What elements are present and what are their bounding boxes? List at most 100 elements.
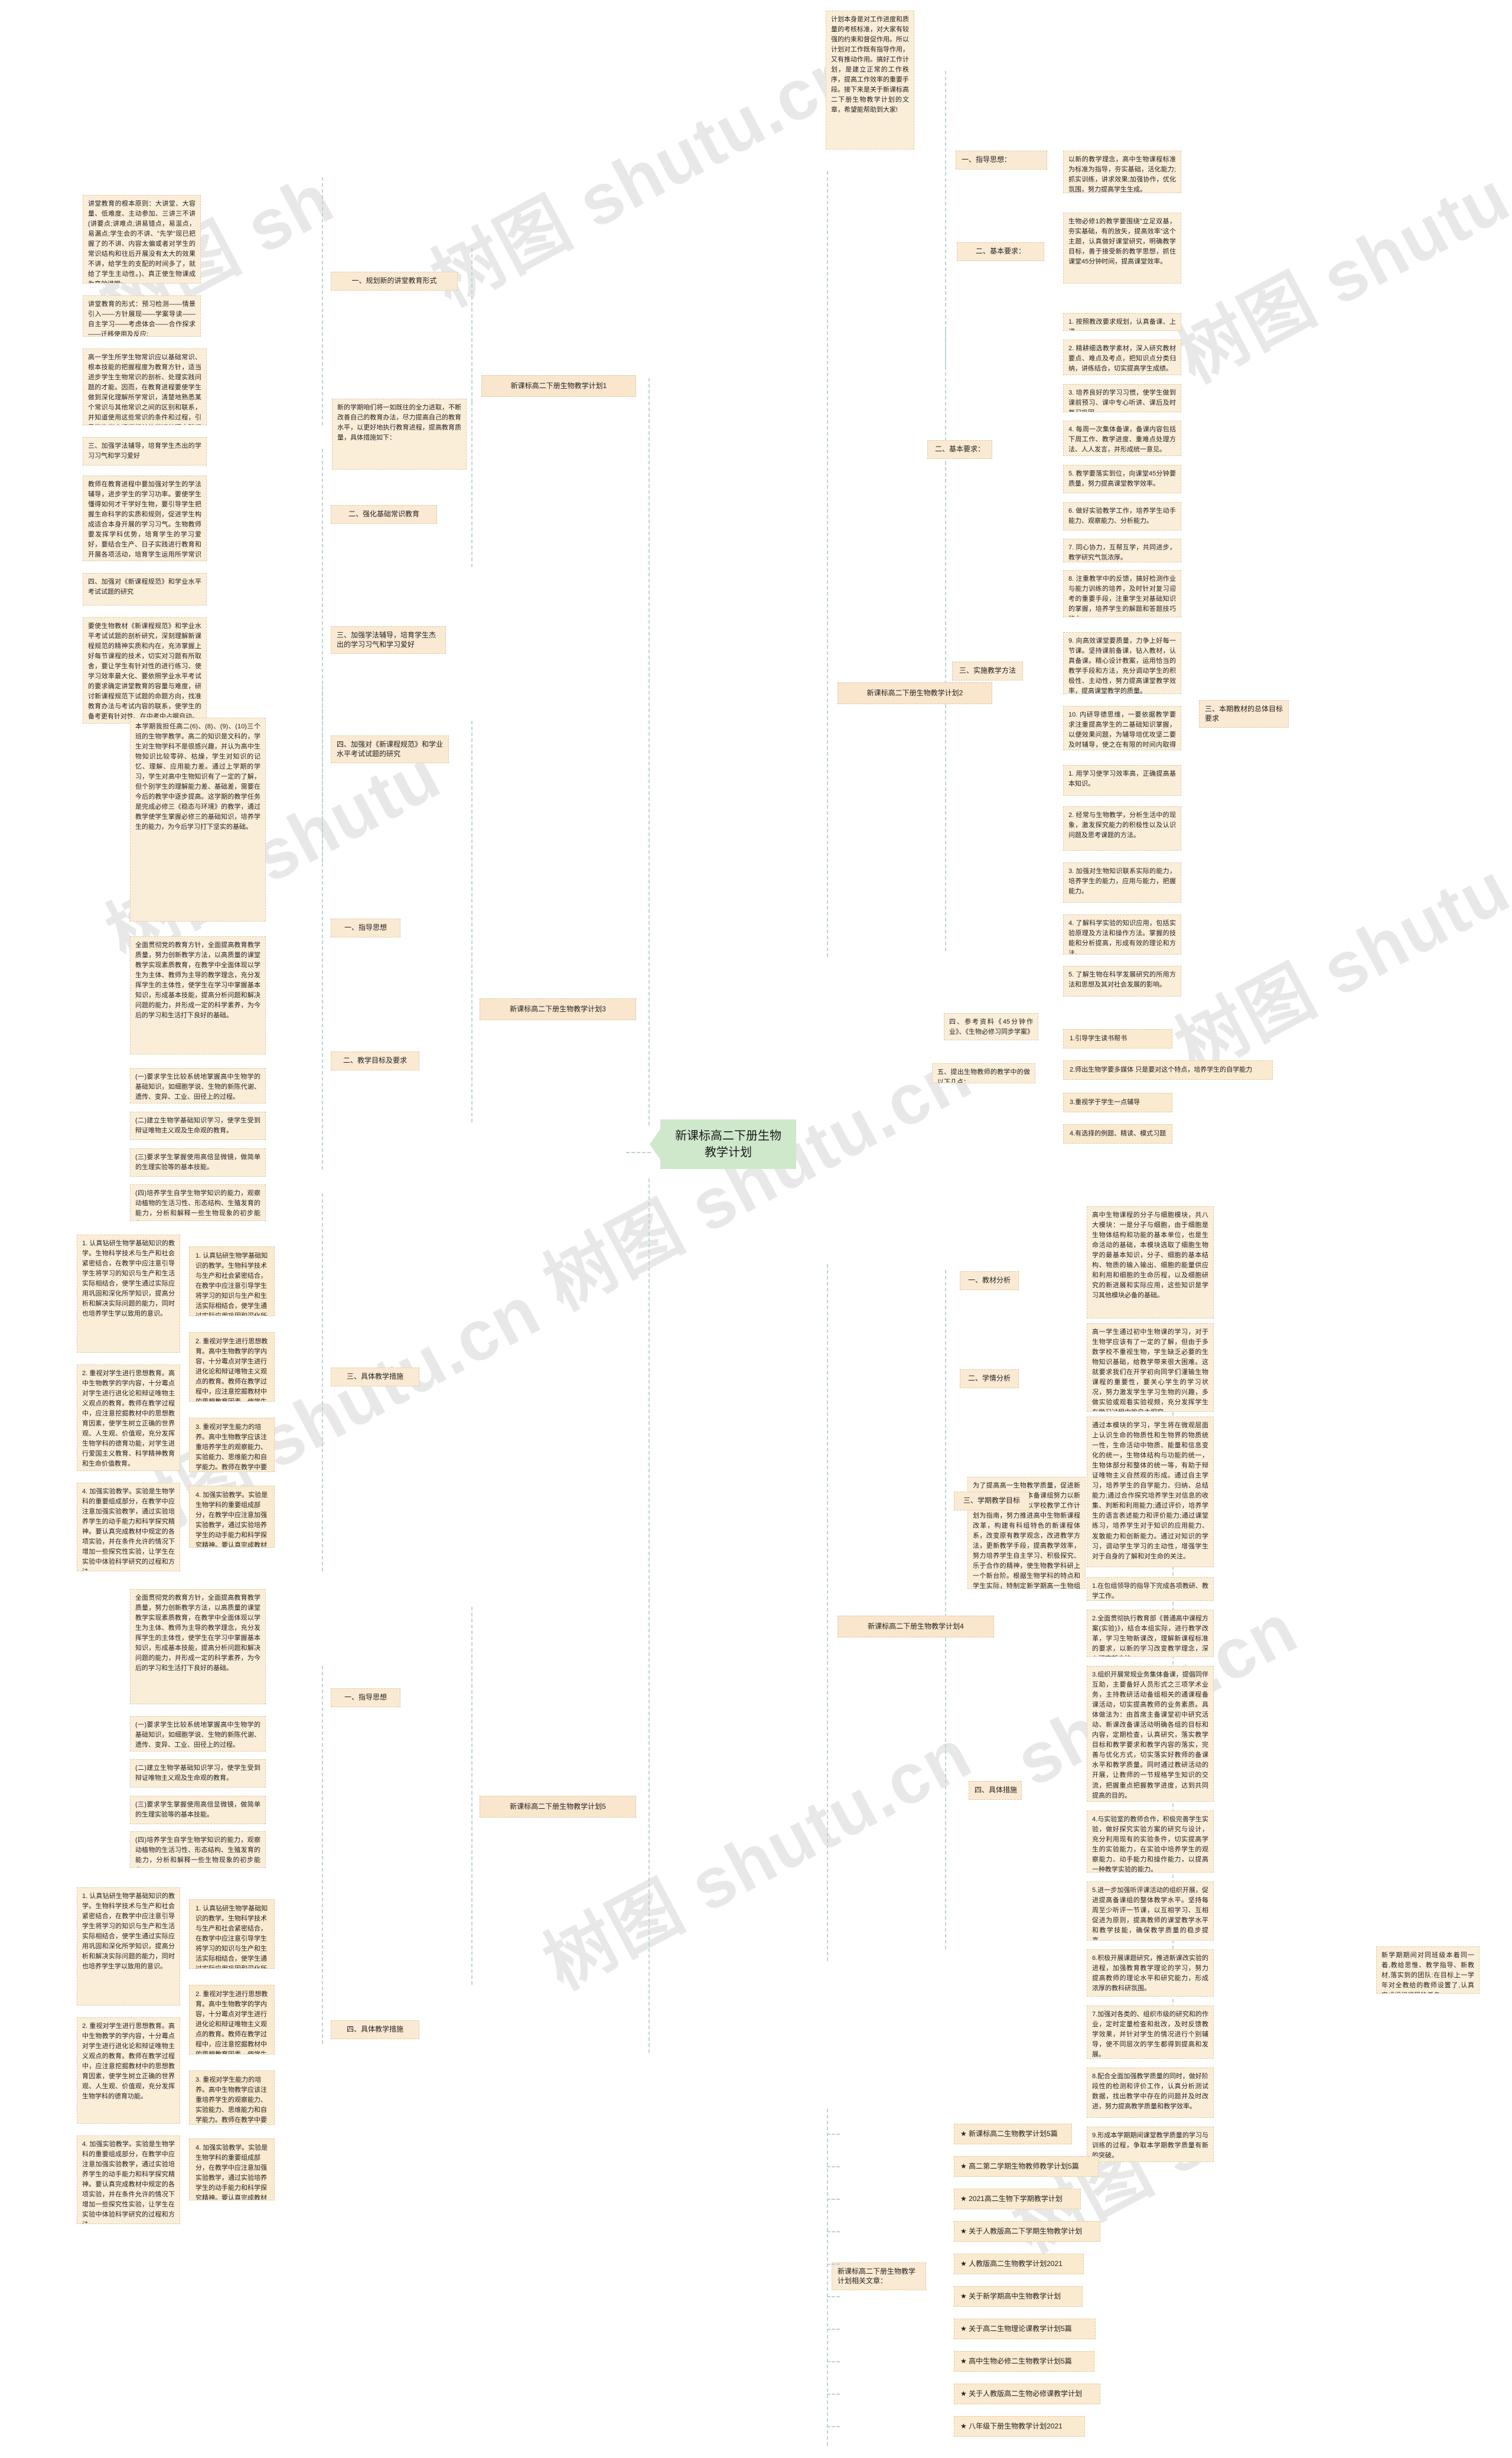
plan1-g3-item-1: 教师在教育进程中要加强对学生的学法辅导，进步学生的学习功率。要使学生懂得如何才干… — [83, 476, 207, 561]
related-item-2[interactable]: ★ 高二第二学期生物教师教学计划5篇 — [954, 2156, 1099, 2177]
plan2-g2-item-7: 7. 同心协力，互帮互学，共同进步，教学研究气氛浓厚。 — [1063, 539, 1181, 562]
plan2-g3-item-2: 10. 内研导德思维，一要依据教学要求注重提高学生的二基础知识掌握，以便效果问题… — [1063, 706, 1181, 750]
mindmap-canvas: 树图 sh 树图 shutu.cn 树图 shutu.cn 树图 shutu 树… — [0, 0, 1512, 2458]
plan1-g3-lead: 三、加强学法辅导，培育学生杰出的学习习气和学习爱好 — [83, 437, 207, 465]
connector-root-spine — [649, 378, 650, 1125]
connector-g5-spine — [322, 1666, 323, 2044]
plan2-goal-item-4: 4. 了解科学实验的知识应用，包括实验原理及方法和操作方法。掌握的技能和分析提高… — [1063, 914, 1181, 955]
connector-plan1-spine2 — [471, 402, 472, 567]
plan2-steps-label: 五、提出生物教师的教学中的做以下几点： — [932, 1063, 1035, 1083]
related-item-7[interactable]: ★ 关于高二生物理论课教学计划5篇 — [954, 2319, 1096, 2339]
connector-r2-spine — [945, 331, 946, 951]
plan2-goal-item-5: 5. 了解生物在科学发展研究的所用方法和思想及其对社会发展的影响。 — [1063, 966, 1181, 997]
plan2-g1-item-1: 以新的教学理念，高中生物课程标准为标准为指导，夯实基础，活化能力;抓实训练，讲求… — [1063, 151, 1181, 193]
plan2-step-1: 1.引导学生读书帮书 — [1063, 1029, 1172, 1049]
plan4-g2-item-1: 高一学生通过初中生物课的学习，对于生物学应该有了一定的了解，但由于多数学校不重视… — [1087, 1323, 1214, 1412]
related-item-1[interactable]: ★ 新课标高二生物教学计划5篇 — [954, 2124, 1072, 2144]
plan1-group-label-2[interactable]: 二、强化基础常识教育 — [331, 505, 437, 524]
plan5-group-label-2[interactable]: 四、具体教学措施 — [331, 2020, 419, 2039]
branch-label-plan1[interactable]: 新课标高二下册生物教学计划1 — [481, 375, 636, 397]
plan2-step-4: 4.有选择的例题、精读、模式习题 — [1063, 1124, 1172, 1144]
connector-plan3-spine — [471, 721, 472, 1122]
plan2-goal-item-3: 3. 加强对生物知识联系实际的能力，培养学生的能力，应用与能力，把握能力。 — [1063, 862, 1181, 903]
plan3-g2-item-4: (三)要求学生掌握使用高倍显微镜，做简单的生理实验等的基本技能。 — [130, 1148, 266, 1177]
branch-label-plan4[interactable]: 新课标高二下册生物教学计划4 — [838, 1616, 994, 1637]
plan1-intro: 新的学期咱们将一如既往的全力进取，不断改善自己的教育办法，尽力提高自己的教育水平… — [332, 399, 467, 470]
plan2-group-label-3[interactable]: 三、实施教学方法 — [952, 662, 1023, 681]
plan5-g2-detail-2: 2. 重视对学生进行思想教育。高中生物教学的学内容，十分霉点对学生进行进化论和辩… — [77, 2017, 180, 2124]
connector-rel-2 — [827, 2166, 840, 2167]
intro-note: 计划本身是对工作进度和质量的考核标准，对大家有较强的约束和督促作用。所以计划对工… — [826, 11, 914, 149]
branch-label-plan3[interactable]: 新课标高二下册生物教学计划3 — [480, 998, 636, 1020]
plan4-g4-item-3: 3.组织开展常规业务集体备课，提倡同伴互助，主要备好人员形式之三项学术业务，主持… — [1087, 1666, 1214, 1802]
related-item-9[interactable]: ★ 关于人教版高二生物必修课教学计划 — [954, 2384, 1100, 2404]
plan1-g4-item-1: 要使生物教材《新课程规范》和学业水平考试试题的剖析研究，深刻理解新课程规范的精神… — [83, 617, 207, 724]
plan5-group-label-1[interactable]: 一、指导思想 — [331, 1688, 400, 1707]
plan2-g2-item-2: 2. 精耕细选教学素材，深入研究教材要点、难点及考点，把知识点分类归纳，讲练结合… — [1063, 340, 1181, 375]
connector-r4-spine — [945, 1270, 946, 1949]
plan4-group-label-2[interactable]: 二、学情分析 — [960, 1369, 1019, 1388]
plan1-g2-item-1: 高一学生所学生物常识应以基础常识、根本技能的把握程度为教育方针，适当进步学生生物… — [83, 349, 207, 425]
plan5-g1-item-4: (三)要求学生掌握使用高倍显微镜，做简单的生理实验等的基本技能。 — [130, 1796, 266, 1824]
plan2-reference: 四、参考资料《45分钟作业》、《生物必修习同步学案》 — [944, 1013, 1038, 1040]
plan3-g3-detail-1: 1. 认真钻研生物学基础知识的教学。生物科学技术与生产和社会紧密结合，在教学中应… — [77, 1235, 180, 1353]
related-item-10[interactable]: ★ 八年级下册生物教学计划2021 — [954, 2416, 1085, 2437]
plan3-g3-item-4: 4. 加强实验教学。实验是生物学科的重要组成部分，在教学中应注意加强实验教学，通… — [189, 1486, 275, 1548]
related-item-6[interactable]: ★ 关于新学期高中生物教学计划 — [954, 2286, 1083, 2307]
plan3-group-label-2[interactable]: 二、教学目标及要求 — [331, 1051, 419, 1070]
plan3-group-label-1[interactable]: 一、指导思想 — [331, 919, 400, 937]
plan2-g2-item-5: 5. 教学要落实到位，向课堂45分钟要质量，努力提高课堂教学效率。 — [1063, 465, 1181, 493]
connector-plan5-spine — [471, 1607, 472, 1985]
related-item-5[interactable]: ★ 人教版高二生物教学计划2021 — [954, 2254, 1084, 2274]
watermark: 树图 shutu.cn — [1164, 797, 1512, 1089]
related-item-3[interactable]: ★ 2021高二生物下学期教学计划 — [954, 2189, 1081, 2209]
watermark: 树图 shutu.cn — [419, 30, 872, 321]
related-item-4[interactable]: ★ 关于人教版高二下学期生物教学计划 — [954, 2221, 1100, 2242]
root-node[interactable]: 新课标高二下册生物教学计划 — [660, 1119, 796, 1169]
plan2-g2-intro: 生物必修1的教学要围绕"立足双基，夯实基础，有的放矢，提高效率"这个主题，认真做… — [1063, 213, 1181, 284]
plan3-group-label-3[interactable]: 三、具体教学措施 — [331, 1368, 419, 1386]
plan5-g2-item-2: 2. 重视对学生进行思想教育。高中生物教学的学内容，十分霉点对学生进行进化论和辩… — [189, 1985, 275, 2055]
plan5-g2-item-3: 3. 重视对学生能力的培养。高中生物教学应该注重培养学生的观察能力、实验能力、思… — [189, 2070, 275, 2125]
plan2-g3-item-1: 9. 向高效课堂要质量，力争上好每一节课。坚持课前备课，钻入教材，认真备课。精心… — [1063, 632, 1181, 694]
watermark: 树图 shutu.cn — [1164, 106, 1512, 398]
plan2-goal-item-1: 1. 用学习使学习效率高，正确提高基本知识。 — [1063, 765, 1181, 796]
plan3-g3-detail-3: 4. 加强实验教学。实验是生物学科的重要组成部分，在教学中应注意加强实验教学，通… — [77, 1483, 180, 1571]
plan2-group-label-1[interactable]: 一、指导思想： — [956, 151, 1047, 170]
plan3-g3-item-2: 2. 重视对学生进行思想教育。高中生物教学的学内容，十分霉点对学生进行进化论和辩… — [189, 1332, 275, 1402]
plan2-g2-item-1: 1. 按照教改要求规划，认真备课、上课。 — [1063, 313, 1181, 331]
plan4-group-label-1[interactable]: 一、教材分析 — [960, 1271, 1019, 1290]
plan2-goal-label[interactable]: 三、本期教材的总体目标要求 — [1199, 700, 1289, 728]
plan1-group-label-3[interactable]: 三、加强学法辅导，培育学生杰出的学习习气和学习爱好 — [331, 626, 446, 655]
connector-plan1-spine — [471, 248, 472, 402]
connector-rel-9 — [827, 2394, 840, 2395]
connector-plan2-spine — [827, 171, 828, 957]
plan1-group-label-1[interactable]: 一、规划新的讲堂教育形式 — [331, 272, 458, 291]
plan5-g2-detail-3: 4. 加强实验教学。实验是生物学科的重要组成部分，在教学中应注意加强实验教学，通… — [77, 2135, 180, 2224]
tail-note: 新学期期间对同班级本着同一着,教给思惟、教学指导、新教材,落实到的团队:在目标上… — [1376, 1946, 1480, 1994]
plan2-group-label-2[interactable]: 二、基本要求： — [927, 440, 992, 459]
connector-root-spine-lower — [649, 1178, 650, 2053]
branch-label-plan2[interactable]: 新课标高二下册生物教学计划2 — [838, 682, 992, 704]
connector-r1-spine — [945, 71, 946, 366]
plan1-group-label-4[interactable]: 四、加强对《新课程规范》和学业水平考试试题的研究 — [331, 735, 449, 764]
plan4-g4-item-1: 1.在包组领导的指导下完成各项教研、教学工作。 — [1087, 1577, 1214, 1601]
related-item-8[interactable]: ★ 高中生物必修二生物教学计划5篇 — [954, 2351, 1094, 2372]
branch-label-plan5[interactable]: 新课标高二下册生物教学计划5 — [480, 1796, 636, 1818]
related-label[interactable]: 新课标高二下册生物教学计划相关文章： — [832, 2262, 926, 2291]
plan2-g2-item-8: 8. 注重教学中的反馈，搞好检测作业与能力训练的培养，及时针对复习迎考的重要手段… — [1063, 570, 1181, 617]
plan1-g1-item-2: 讲堂教育的形式：预习检测——情景引入——方针展现——学案导读——自主学习——考虑… — [83, 295, 201, 337]
plan5-g2-item-4: 4. 加强实验教学。实验是生物学科的重要组成部分，在教学中应注意加强实验教学，通… — [189, 2138, 275, 2200]
plan2-sub-label-1[interactable]: 二、基本要求： — [957, 242, 1044, 261]
watermark: 树图 shutu.cn — [532, 1034, 984, 1325]
plan4-group-label-4[interactable]: 四、具体措施 — [969, 1781, 1022, 1800]
connector-g3-spine — [322, 685, 323, 1170]
connector-g4-spine — [322, 1193, 323, 1571]
plan1-g1-item-1: 讲堂教育的根本原则：大讲堂、大容量、低难度、主动参加、三讲三不讲(讲要点;讲难点… — [83, 195, 201, 284]
plan5-g2-item-1: 1. 认真钻研生物学基础知识的教学。生物科学技术与生产和社会紧密结合，在教学中应… — [189, 1899, 275, 1969]
connector-rel-7 — [827, 2329, 840, 2330]
connector-rel-6 — [827, 2296, 840, 2297]
plan4-group-label-3[interactable]: 三、学期教学目标 — [954, 1492, 1029, 1510]
plan4-g4-item-9: 9.形成本学期期间课堂教学质量的学习与训练的过程，争取本学期教学质量有新的突破。 — [1087, 2127, 1214, 2162]
plan3-g2-item-2: (一)要求学生比较系统地掌握高中生物学的基础知识，如细胞学说、生物的新陈代谢、遗… — [130, 1068, 266, 1103]
